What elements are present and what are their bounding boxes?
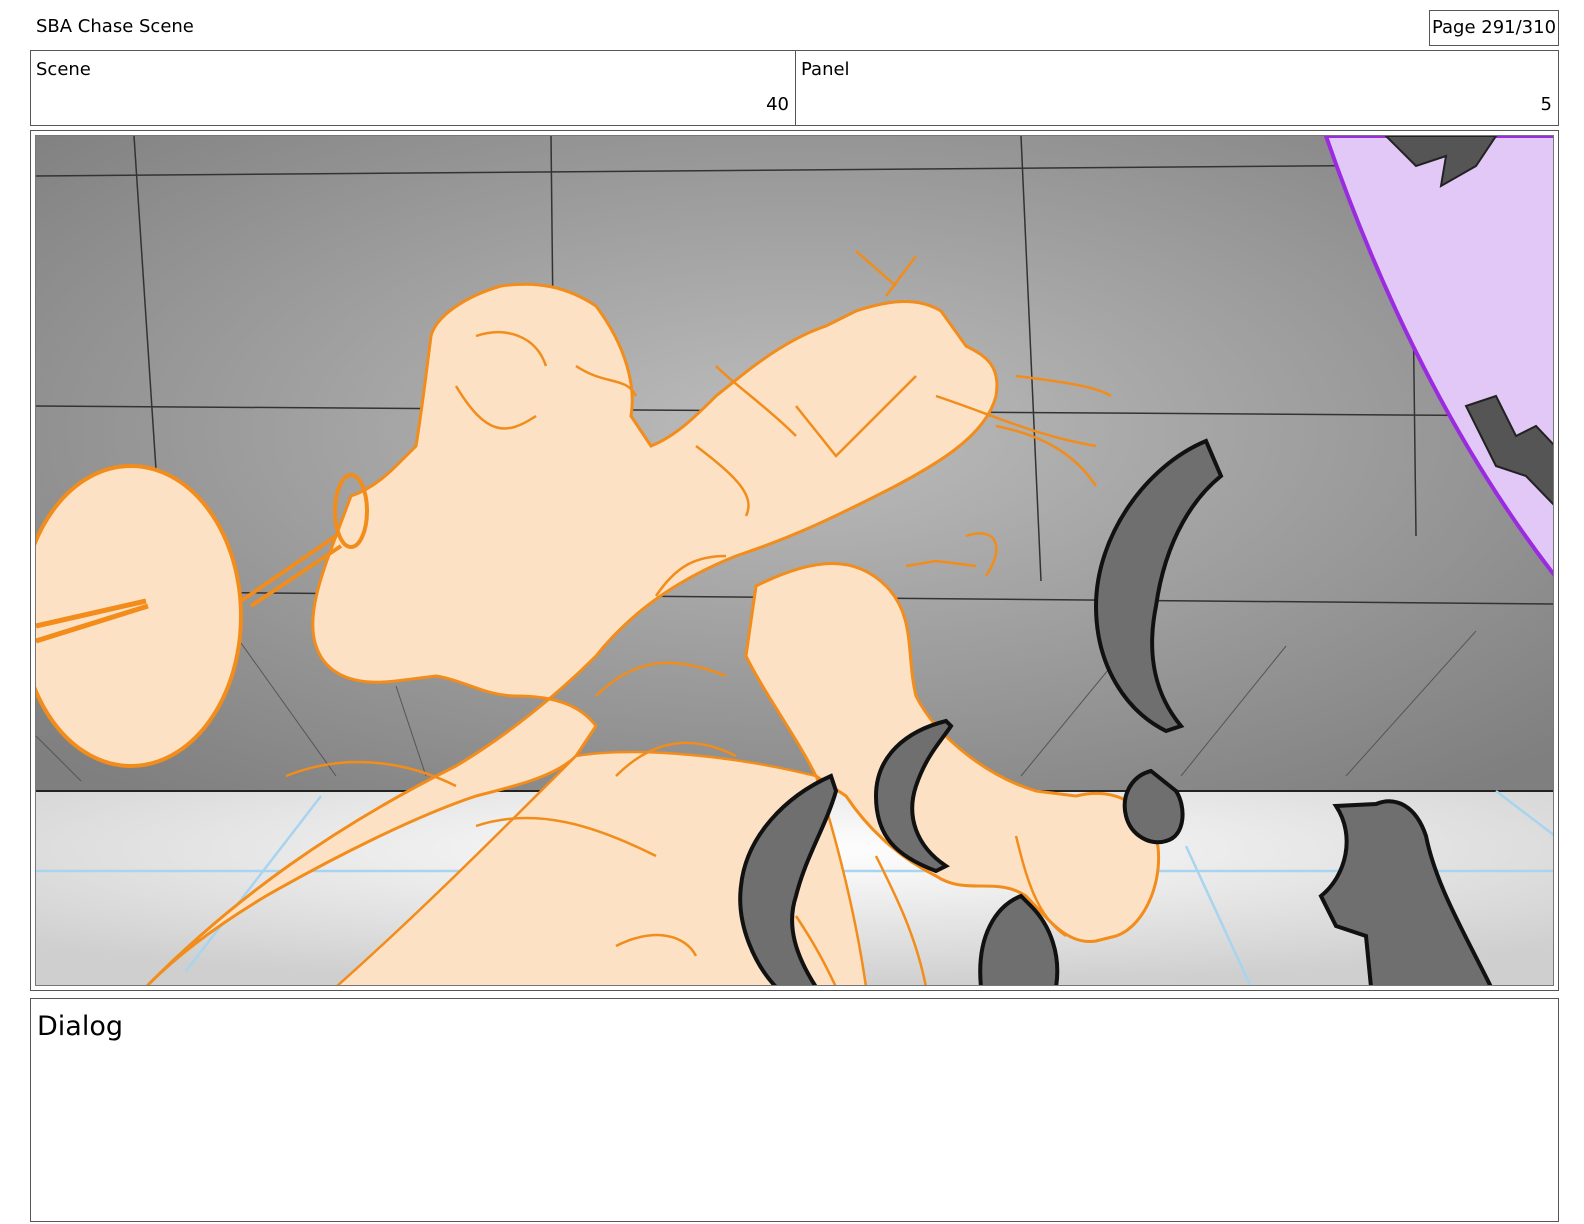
panel-number: 5 xyxy=(1540,94,1552,115)
document-title: SBA Chase Scene xyxy=(36,16,194,37)
dialog-label: Dialog xyxy=(37,1011,123,1042)
scene-label: Scene xyxy=(36,59,91,80)
storyboard-frame xyxy=(35,135,1554,986)
storyboard-drawing xyxy=(36,136,1553,985)
scene-number: 40 xyxy=(766,94,789,115)
panel-cell: Panel 5 xyxy=(796,51,1558,125)
dialog-box: Dialog xyxy=(30,998,1559,1222)
scene-cell: Scene 40 xyxy=(31,51,796,125)
page-indicator: Page 291/310 xyxy=(1429,10,1559,46)
scene-panel-info-row: Scene 40 Panel 5 xyxy=(30,50,1559,126)
panel-label: Panel xyxy=(801,59,850,80)
